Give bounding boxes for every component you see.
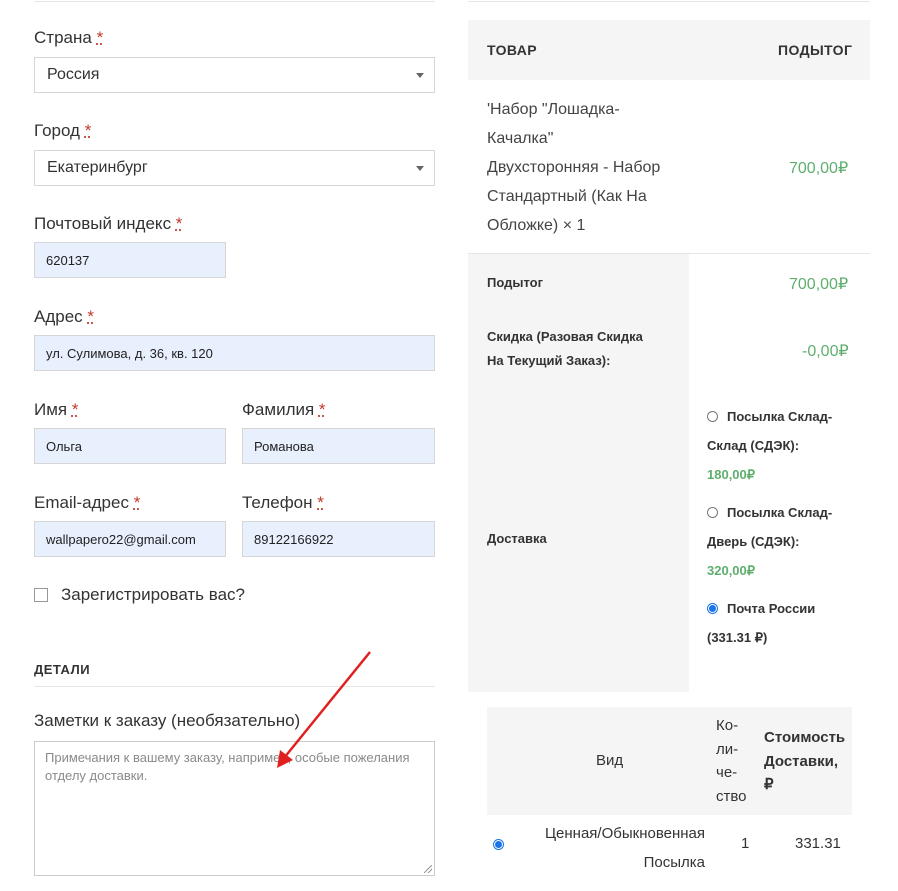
- product-name: 'Набор "Лошадка- Качалка" Двухсторонняя …: [487, 101, 661, 234]
- email-value: wallpapero22@gmail.com: [46, 531, 196, 547]
- shipping-option-sklad-sklad[interactable]: Посылка Склад- Склад (СДЭК): 180,00₽: [707, 402, 857, 489]
- resize-handle-icon[interactable]: [424, 865, 432, 873]
- top-divider-right: [468, 1, 870, 2]
- chevron-down-icon: [416, 166, 424, 171]
- city-value: Екатеринбург: [47, 159, 148, 176]
- post-row-qty: 1: [741, 835, 750, 852]
- phone-label: Телефон *: [242, 493, 324, 512]
- first-name-value: Ольга: [46, 438, 83, 454]
- post-row-radio[interactable]: [493, 839, 504, 850]
- city-label: Город *: [34, 121, 92, 140]
- col-subtotal-header: ПОДЫТОГ: [778, 42, 853, 58]
- address-value: ул. Сулимова, д. 36, кв. 120: [46, 345, 213, 361]
- register-checkbox[interactable]: [34, 588, 48, 602]
- email-input[interactable]: wallpapero22@gmail.com: [34, 521, 226, 557]
- last-name-value: Романова: [254, 438, 314, 454]
- post-col-qty: Ко- ли- че- ство: [716, 717, 747, 805]
- totals-label-column: [468, 254, 689, 692]
- address-input[interactable]: ул. Сулимова, д. 36, кв. 120: [34, 335, 435, 371]
- post-row-cost: 331.31: [795, 835, 841, 852]
- top-divider-left: [34, 1, 435, 2]
- product-price: 700,00₽: [789, 160, 849, 177]
- discount-value: -0,00₽: [802, 343, 849, 360]
- subtotal-label: Подытог: [487, 275, 544, 290]
- last-name-label: Фамилия *: [242, 400, 326, 419]
- discount-label: Скидка (Разовая Скидка На Текущий Заказ)…: [487, 329, 643, 368]
- post-col-type: Вид: [596, 752, 624, 769]
- post-row-type: Ценная/Обыкновенная Посылка: [544, 825, 705, 871]
- postcode-value: 620137: [46, 252, 90, 268]
- post-col-cost: Стоимость Доставки, ₽: [764, 729, 846, 793]
- col-product-header: ТОВАР: [487, 42, 537, 58]
- country-label: Страна *: [34, 28, 104, 47]
- city-select[interactable]: Екатеринбург: [34, 150, 435, 186]
- postcode-label: Почтовый индекс *: [34, 214, 183, 233]
- register-label: Зарегистрировать вас?: [61, 585, 246, 604]
- subtotal-value: 700,00₽: [789, 276, 849, 293]
- email-label: Email-адрес *: [34, 493, 141, 512]
- shipping-option-sklad-dver[interactable]: Посылка Склад- Дверь (СДЭК): 320,00₽: [707, 498, 857, 585]
- country-select[interactable]: Россия: [34, 57, 435, 93]
- postcode-input[interactable]: 620137: [34, 242, 226, 278]
- first-name-input[interactable]: Ольга: [34, 428, 226, 464]
- shipping-label: Доставка: [487, 531, 547, 546]
- first-name-label: Имя *: [34, 400, 79, 419]
- country-value: Россия: [47, 66, 100, 83]
- product-qty: × 1: [562, 217, 586, 234]
- red-arrow-annotation: [277, 651, 371, 768]
- address-label: Адрес *: [34, 307, 95, 326]
- chevron-down-icon: [416, 73, 424, 78]
- shipping-option-pochta[interactable]: Почта России (331.31 ₽): [707, 594, 857, 652]
- phone-input[interactable]: 89122166922: [242, 521, 435, 557]
- details-title: ДЕТАЛИ: [34, 662, 91, 677]
- last-name-input[interactable]: Романова: [242, 428, 435, 464]
- phone-value: 89122166922: [254, 531, 334, 547]
